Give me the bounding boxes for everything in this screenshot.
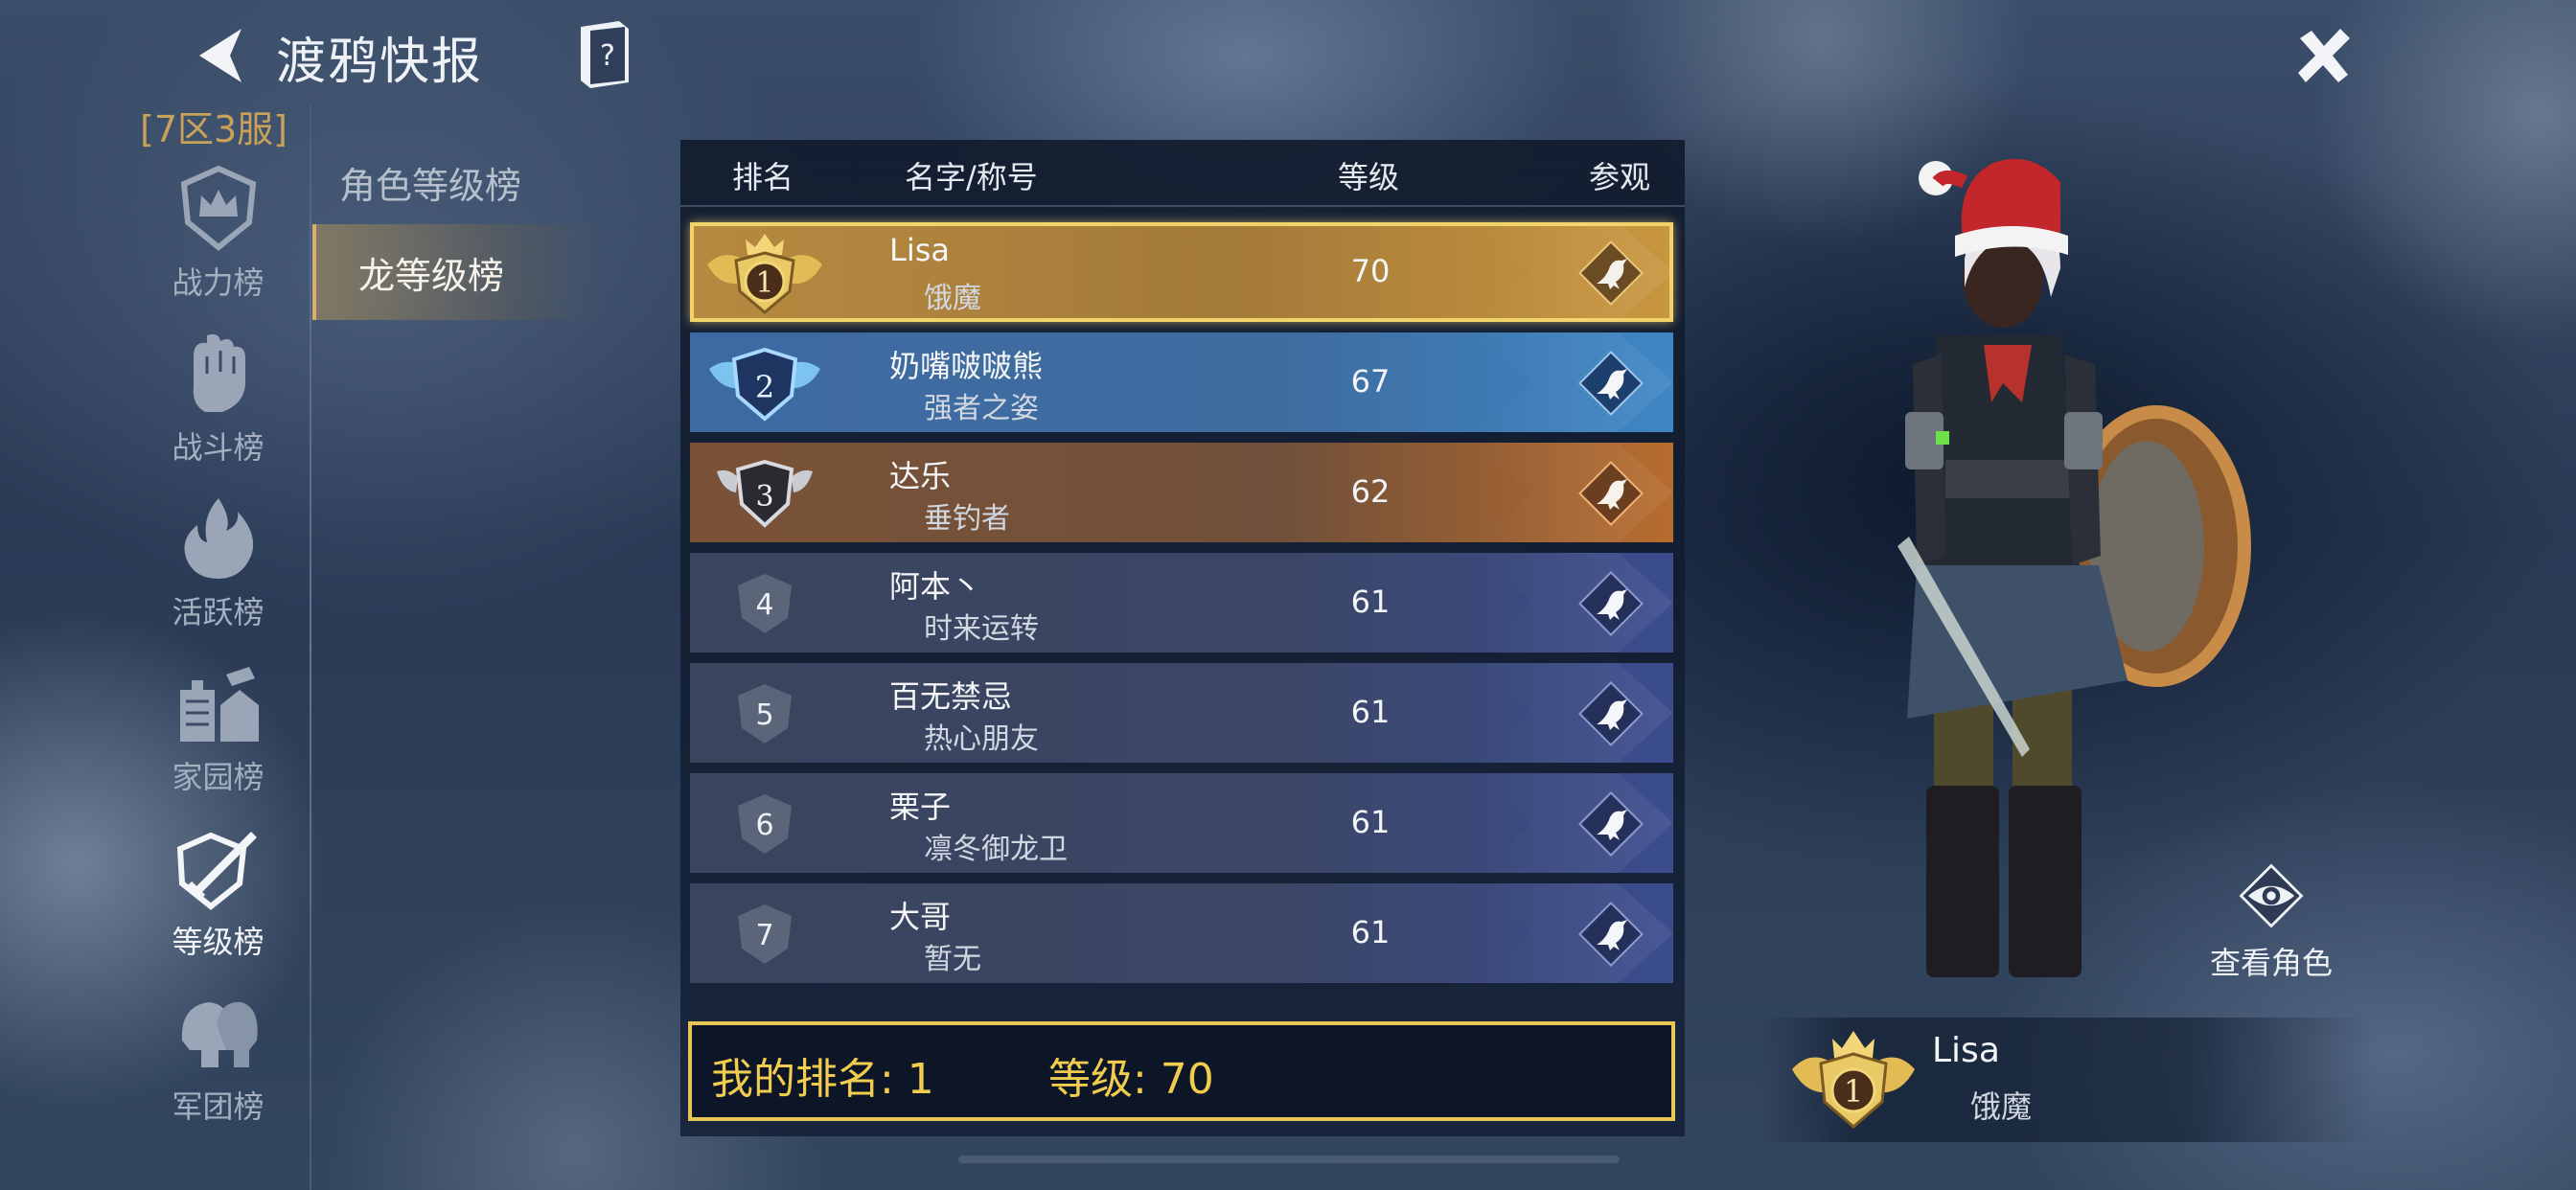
category-label: 家园榜: [172, 759, 264, 795]
visit-raven-button[interactable]: [1577, 790, 1644, 858]
my-level-text: 等级: 70: [1048, 1055, 1214, 1104]
player-level: 61: [1350, 914, 1391, 950]
player-name: 大哥: [889, 899, 952, 935]
table-row[interactable]: 2 奶嘴啵啵熊 强者之姿 67: [690, 332, 1673, 432]
rank-badge-icon: 5: [738, 684, 792, 744]
player-level: 67: [1350, 363, 1391, 400]
visit-raven-button[interactable]: [1577, 460, 1644, 527]
tab-label: 角色等级榜: [339, 164, 522, 207]
player-title: 暂无: [924, 943, 981, 976]
player-level: 61: [1350, 584, 1391, 620]
header-view: 参观: [1589, 159, 1651, 195]
visit-raven-button[interactable]: [1577, 350, 1644, 417]
help-book-button[interactable]: ?: [573, 19, 634, 90]
player-name: 阿本丶: [889, 568, 982, 605]
rank-number: 3: [755, 480, 773, 514]
rank-number: 1: [1844, 1073, 1863, 1110]
tab-label: 龙等级榜: [358, 254, 505, 297]
help-book-icon: ?: [581, 21, 629, 88]
table-header: 排名 名字/称号 等级 参观: [680, 140, 1685, 207]
view-character-label: 查看角色: [2209, 945, 2333, 981]
category-battle-rank[interactable]: 战斗榜: [153, 328, 283, 471]
player-name: 百无禁忌: [889, 678, 1013, 715]
close-button[interactable]: [2292, 25, 2356, 88]
rank-badge-icon: 6: [738, 794, 792, 854]
player-title: 饿魔: [1970, 1088, 2033, 1125]
category-home-rank[interactable]: 家园榜: [153, 657, 283, 801]
tab-dragon-level[interactable]: 龙等级榜: [312, 224, 600, 320]
bronze-medal-icon: 3: [717, 459, 813, 528]
gold-medal-icon: 1: [1792, 1031, 1915, 1129]
player-title: 饿魔: [924, 282, 981, 315]
svg-text:?: ?: [600, 39, 615, 73]
visit-raven-button[interactable]: [1577, 570, 1644, 637]
player-level: 61: [1350, 804, 1391, 840]
ranking-panel: 排名 名字/称号 等级 参观 1 Lisa 饿魔 70 2 奶嘴啵啵熊 强者之姿…: [680, 140, 1685, 1136]
fist-icon: [193, 333, 245, 412]
player-name: 栗子: [889, 789, 952, 825]
crown-shield-icon: [180, 165, 256, 251]
player-name: Lisa: [889, 232, 950, 268]
table-row[interactable]: 5 百无禁忌 热心朋友 61: [690, 663, 1673, 763]
rank-number: 7: [755, 919, 773, 952]
player-title: 垂钓者: [924, 502, 1010, 536]
category-label: 战力榜: [172, 264, 264, 301]
player-title: 时来运转: [924, 612, 1039, 646]
rank-number: 1: [755, 266, 773, 300]
rank-badge-icon: 4: [738, 574, 792, 633]
scroll-indicator[interactable]: [958, 1156, 1620, 1163]
category-level-rank[interactable]: 等级榜: [153, 822, 283, 966]
category-legion-rank[interactable]: 军团榜: [153, 987, 283, 1131]
server-label: [7区3服]: [140, 108, 288, 150]
player-name: 达乐: [889, 458, 952, 494]
category-label: 等级榜: [172, 924, 264, 960]
player-level: 70: [1350, 253, 1391, 289]
rank-number: 4: [755, 588, 773, 622]
category-active-rank[interactable]: 活跃榜: [153, 492, 283, 636]
silver-blue-medal-icon: 2: [709, 347, 820, 422]
rank-badge-icon: 7: [738, 904, 792, 964]
player-level: 61: [1350, 694, 1391, 730]
gold-medal-icon: 1: [707, 234, 822, 314]
visit-raven-button[interactable]: [1577, 680, 1644, 747]
player-title: 强者之姿: [924, 392, 1039, 425]
table-row[interactable]: 6 栗子 凛冬御龙卫 61: [690, 773, 1673, 873]
back-arrow-icon: [199, 29, 242, 82]
header-level: 等级: [1338, 159, 1400, 195]
player-name: 奶嘴啵啵熊: [889, 348, 1044, 384]
eye-icon: [2239, 863, 2304, 928]
table-row[interactable]: 1 Lisa 饿魔 70: [690, 222, 1673, 322]
category-label: 活跃榜: [172, 594, 264, 630]
close-icon: [2298, 29, 2350, 82]
table-row[interactable]: 4 阿本丶 时来运转 61: [690, 553, 1673, 652]
category-label: 战斗榜: [172, 429, 264, 466]
rank-number: 2: [755, 369, 774, 405]
category-label: 军团榜: [172, 1088, 264, 1125]
page-title: 渡鸦快报: [276, 34, 484, 91]
my-rank-bar: 我的排名: 1 等级: 70: [688, 1021, 1675, 1121]
header-name: 名字/称号: [905, 159, 1038, 195]
house-hammer-icon: [179, 667, 259, 742]
my-rank-text: 我的排名: 1: [711, 1055, 934, 1104]
back-button[interactable]: [192, 25, 249, 86]
nav-divider: [310, 105, 311, 1190]
rank-number: 5: [755, 698, 773, 732]
player-title: 热心朋友: [924, 722, 1039, 756]
visit-raven-button[interactable]: [1577, 240, 1644, 307]
header-rank: 排名: [732, 159, 794, 195]
player-name: Lisa: [1932, 1031, 2000, 1070]
flame-icon: [184, 498, 253, 579]
visit-raven-button[interactable]: [1577, 901, 1644, 968]
shield-sword-icon: [176, 832, 257, 910]
player-card: 1 Lisa 饿魔: [1760, 1018, 2373, 1142]
table-row[interactable]: 7 大哥 暂无 61: [690, 883, 1673, 983]
player-title: 凛冬御龙卫: [924, 833, 1068, 866]
category-power-rank[interactable]: 战力榜: [153, 163, 283, 307]
player-level: 62: [1350, 473, 1391, 510]
helmets-icon: [181, 1001, 258, 1067]
rank-number: 6: [755, 809, 773, 842]
tab-character-level[interactable]: 角色等级榜: [312, 134, 600, 230]
table-row[interactable]: 3 达乐 垂钓者 62: [690, 443, 1673, 542]
view-character-button[interactable]: 查看角色: [2204, 858, 2338, 983]
